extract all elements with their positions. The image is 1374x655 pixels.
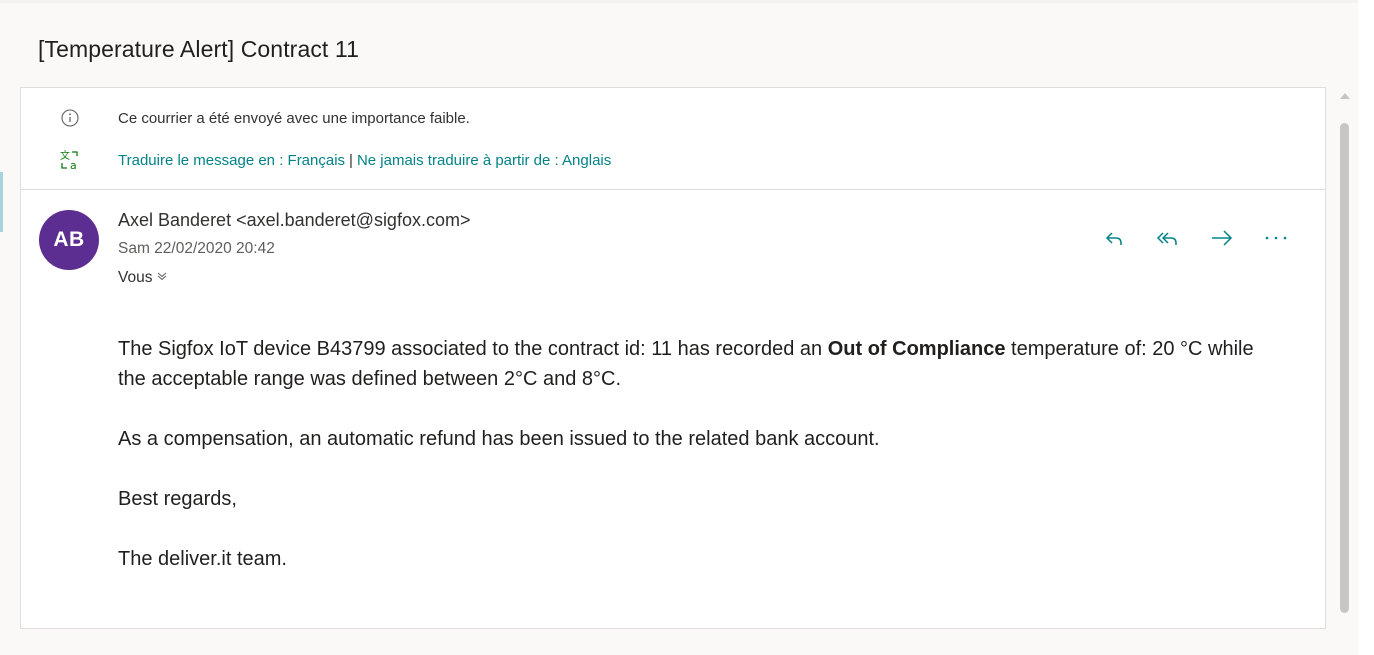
- reply-all-icon: [1156, 232, 1177, 245]
- body-paragraph-2: As a compensation, an automatic refund h…: [118, 428, 880, 450]
- svg-text:a: a: [70, 159, 77, 171]
- avatar[interactable]: AB: [39, 210, 99, 270]
- reply-all-button[interactable]: [1141, 223, 1195, 253]
- forward-icon: [1212, 230, 1233, 246]
- body-paragraph-1: The Sigfox IoT device B43799 associated …: [118, 334, 1278, 394]
- reply-button[interactable]: [1087, 223, 1141, 253]
- translate-row: 文 a Traduire le message en : Français | Ne…: [21, 146, 1325, 174]
- more-icon: [1265, 236, 1287, 240]
- svg-text:文: 文: [60, 149, 70, 162]
- more-actions-button[interactable]: [1249, 223, 1303, 253]
- reply-icon: [1105, 232, 1122, 245]
- vertical-scrollbar[interactable]: [1336, 87, 1354, 632]
- recipients-toggle[interactable]: Vous: [118, 269, 168, 287]
- recipient-label: Vous: [118, 269, 153, 286]
- right-gutter: [1358, 0, 1374, 655]
- importance-row: Ce courrier a été envoyé avec une import…: [21, 104, 1325, 132]
- info-icon: [59, 107, 81, 129]
- body-text-bold: Out of Compliance: [827, 338, 1006, 360]
- selected-item-accent: [0, 172, 3, 232]
- translate-links: Traduire le message en : Français | Ne jam…: [118, 152, 611, 169]
- double-chevron-down-icon: [156, 269, 168, 287]
- message-subject: [Temperature Alert] Contract 11: [38, 36, 359, 62]
- translate-icon: 文 a: [59, 149, 81, 171]
- message-actions: [1087, 224, 1303, 252]
- message-body: The Sigfox IoT device B43799 associated …: [118, 334, 1278, 604]
- scroll-thumb[interactable]: [1340, 123, 1349, 613]
- top-border: [0, 0, 1358, 3]
- scroll-up-arrow-icon[interactable]: [1340, 93, 1350, 99]
- message-card: Ce courrier a été envoyé avec une import…: [20, 87, 1326, 629]
- never-translate-link[interactable]: Ne jamais traduire à partir de : Anglais: [357, 152, 611, 169]
- link-separator: |: [349, 151, 353, 169]
- importance-notice: Ce courrier a été envoyé avec une import…: [118, 109, 470, 127]
- body-text-1a: The Sigfox IoT device B43799 associated …: [118, 338, 828, 360]
- translate-message-link[interactable]: Traduire le message en : Français: [118, 152, 345, 169]
- sender-name[interactable]: Axel Banderet <axel.banderet@sigfox.com>: [118, 210, 470, 231]
- message-date: Sam 22/02/2020 20:42: [118, 240, 275, 257]
- body-paragraph-3: Best regards,: [118, 488, 237, 510]
- body-paragraph-4: The deliver.it team.: [118, 548, 287, 570]
- header-divider: [21, 189, 1325, 190]
- forward-button[interactable]: [1195, 223, 1249, 253]
